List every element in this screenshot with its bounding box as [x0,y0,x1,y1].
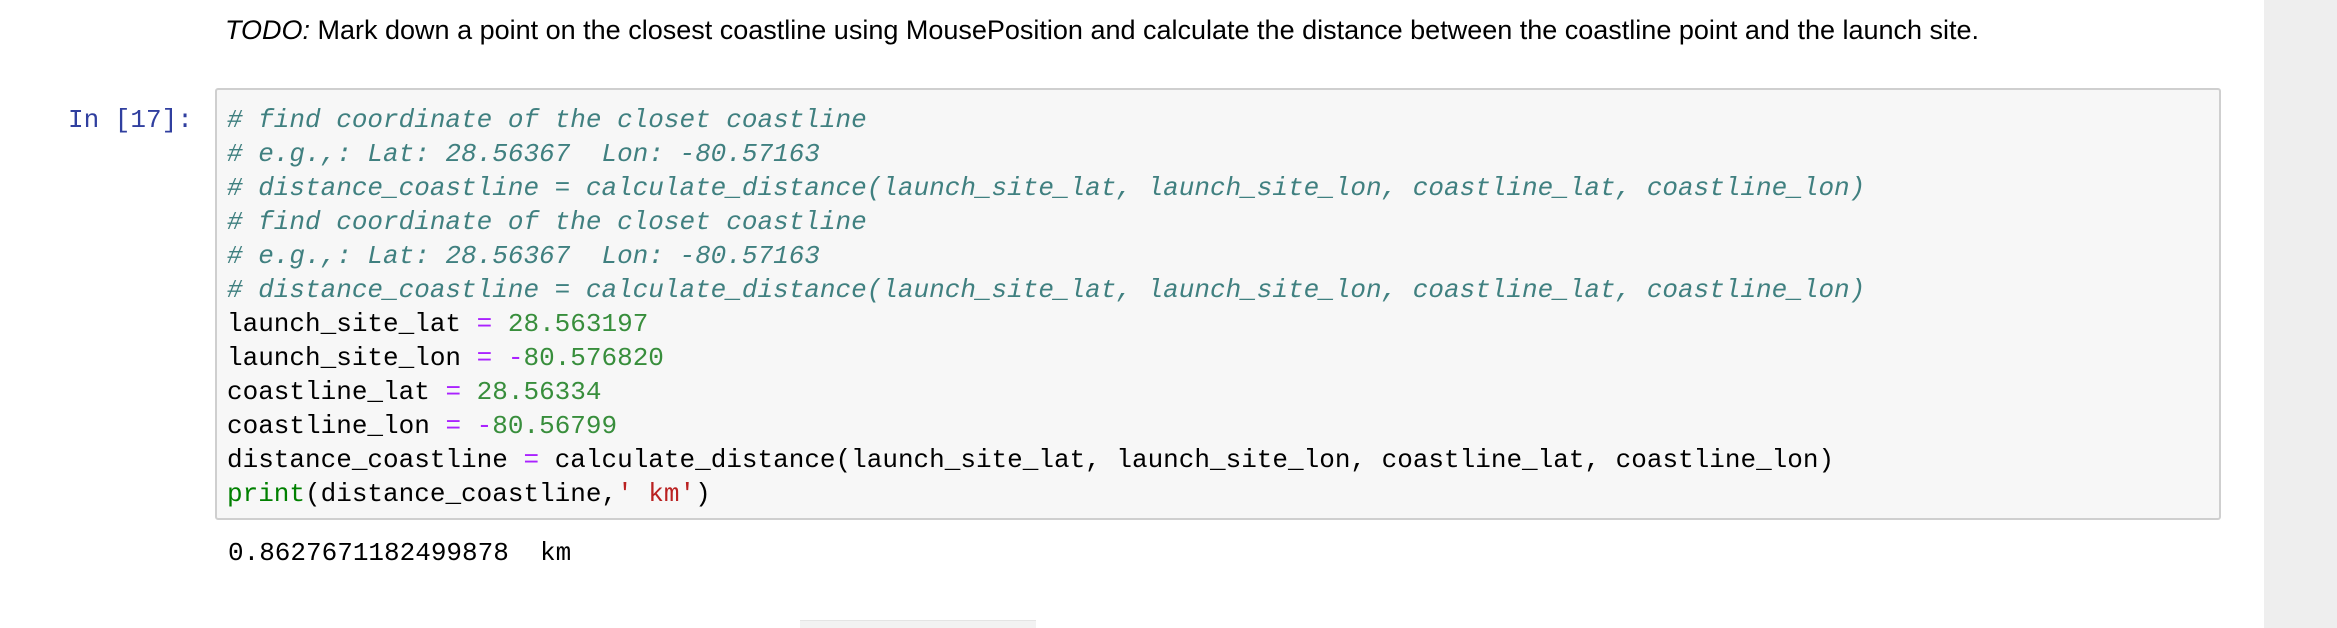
input-prompt: In [17]: [68,105,193,135]
code-line: coastline_lat = 28.56334 [227,375,1865,409]
code-variable: distance_coastline [227,445,508,475]
code-line: # distance_coastline = calculate_distanc… [227,273,1865,307]
code-line: coastline_lon = -80.56799 [227,409,1865,443]
code-line: distance_coastline = calculate_distance(… [227,443,1865,477]
right-gutter [2264,0,2337,628]
code-line: # distance_coastline = calculate_distanc… [227,171,1865,205]
code-operator: = [523,445,540,475]
next-cell-edge [800,620,1036,628]
code-operator: = [445,411,462,441]
code-variable: launch_site_lat [227,309,462,339]
code-operator: = [476,309,493,339]
code-comment: # find coordinate of the closet coastlin… [227,105,867,135]
code-line: # find coordinate of the closet coastlin… [227,205,1865,239]
code-comment: # distance_coastline = calculate_distanc… [227,173,1866,203]
code-line: launch_site_lon = -80.576820 [227,341,1865,375]
code-number: 80.576820 [523,343,664,373]
code-comment: # find coordinate of the closet coastlin… [227,207,867,237]
code-operator: = [476,343,493,373]
code-variable: coastline_lat [227,377,430,407]
code-line: # find coordinate of the closet coastlin… [227,103,1865,137]
code-close-paren: ) [695,479,711,509]
code-line: launch_site_lat = 28.563197 [227,307,1865,341]
code-editor[interactable]: # find coordinate of the closet coastlin… [227,103,1865,511]
code-line: # e.g.,: Lat: 28.56367 Lon: -80.57163 [227,137,1865,171]
notebook-page: TODO: Mark down a point on the closest c… [0,0,2337,628]
code-line: print(distance_coastline,' km') [227,477,1865,511]
code-number: 28.56334 [476,377,602,407]
code-comment: # distance_coastline = calculate_distanc… [227,275,1866,305]
code-sign: - [507,343,524,373]
code-variable: launch_site_lon [227,343,462,373]
code-cell-input[interactable]: # find coordinate of the closet coastlin… [215,88,2221,520]
markdown-cell: TODO: Mark down a point on the closest c… [225,12,1979,48]
cell-output: 0.8627671182499878 km [228,538,572,568]
code-args: (distance_coastline, [305,479,618,509]
code-call: calculate_distance(launch_site_lat, laun… [554,445,1835,475]
code-comment: # e.g.,: Lat: 28.56367 Lon: -80.57163 [227,241,820,271]
code-comment: # e.g.,: Lat: 28.56367 Lon: -80.57163 [227,139,820,169]
code-line: # e.g.,: Lat: 28.56367 Lon: -80.57163 [227,239,1865,273]
todo-text: Mark down a point on the closest coastli… [310,15,1980,45]
code-builtin: print [227,479,306,509]
todo-label: TODO: [225,15,311,45]
code-number: 28.563197 [507,309,649,339]
code-string: ' km' [617,479,696,509]
code-sign: - [476,411,493,441]
code-operator: = [445,377,462,407]
code-variable: coastline_lon [227,411,430,441]
code-number: 80.56799 [492,411,618,441]
